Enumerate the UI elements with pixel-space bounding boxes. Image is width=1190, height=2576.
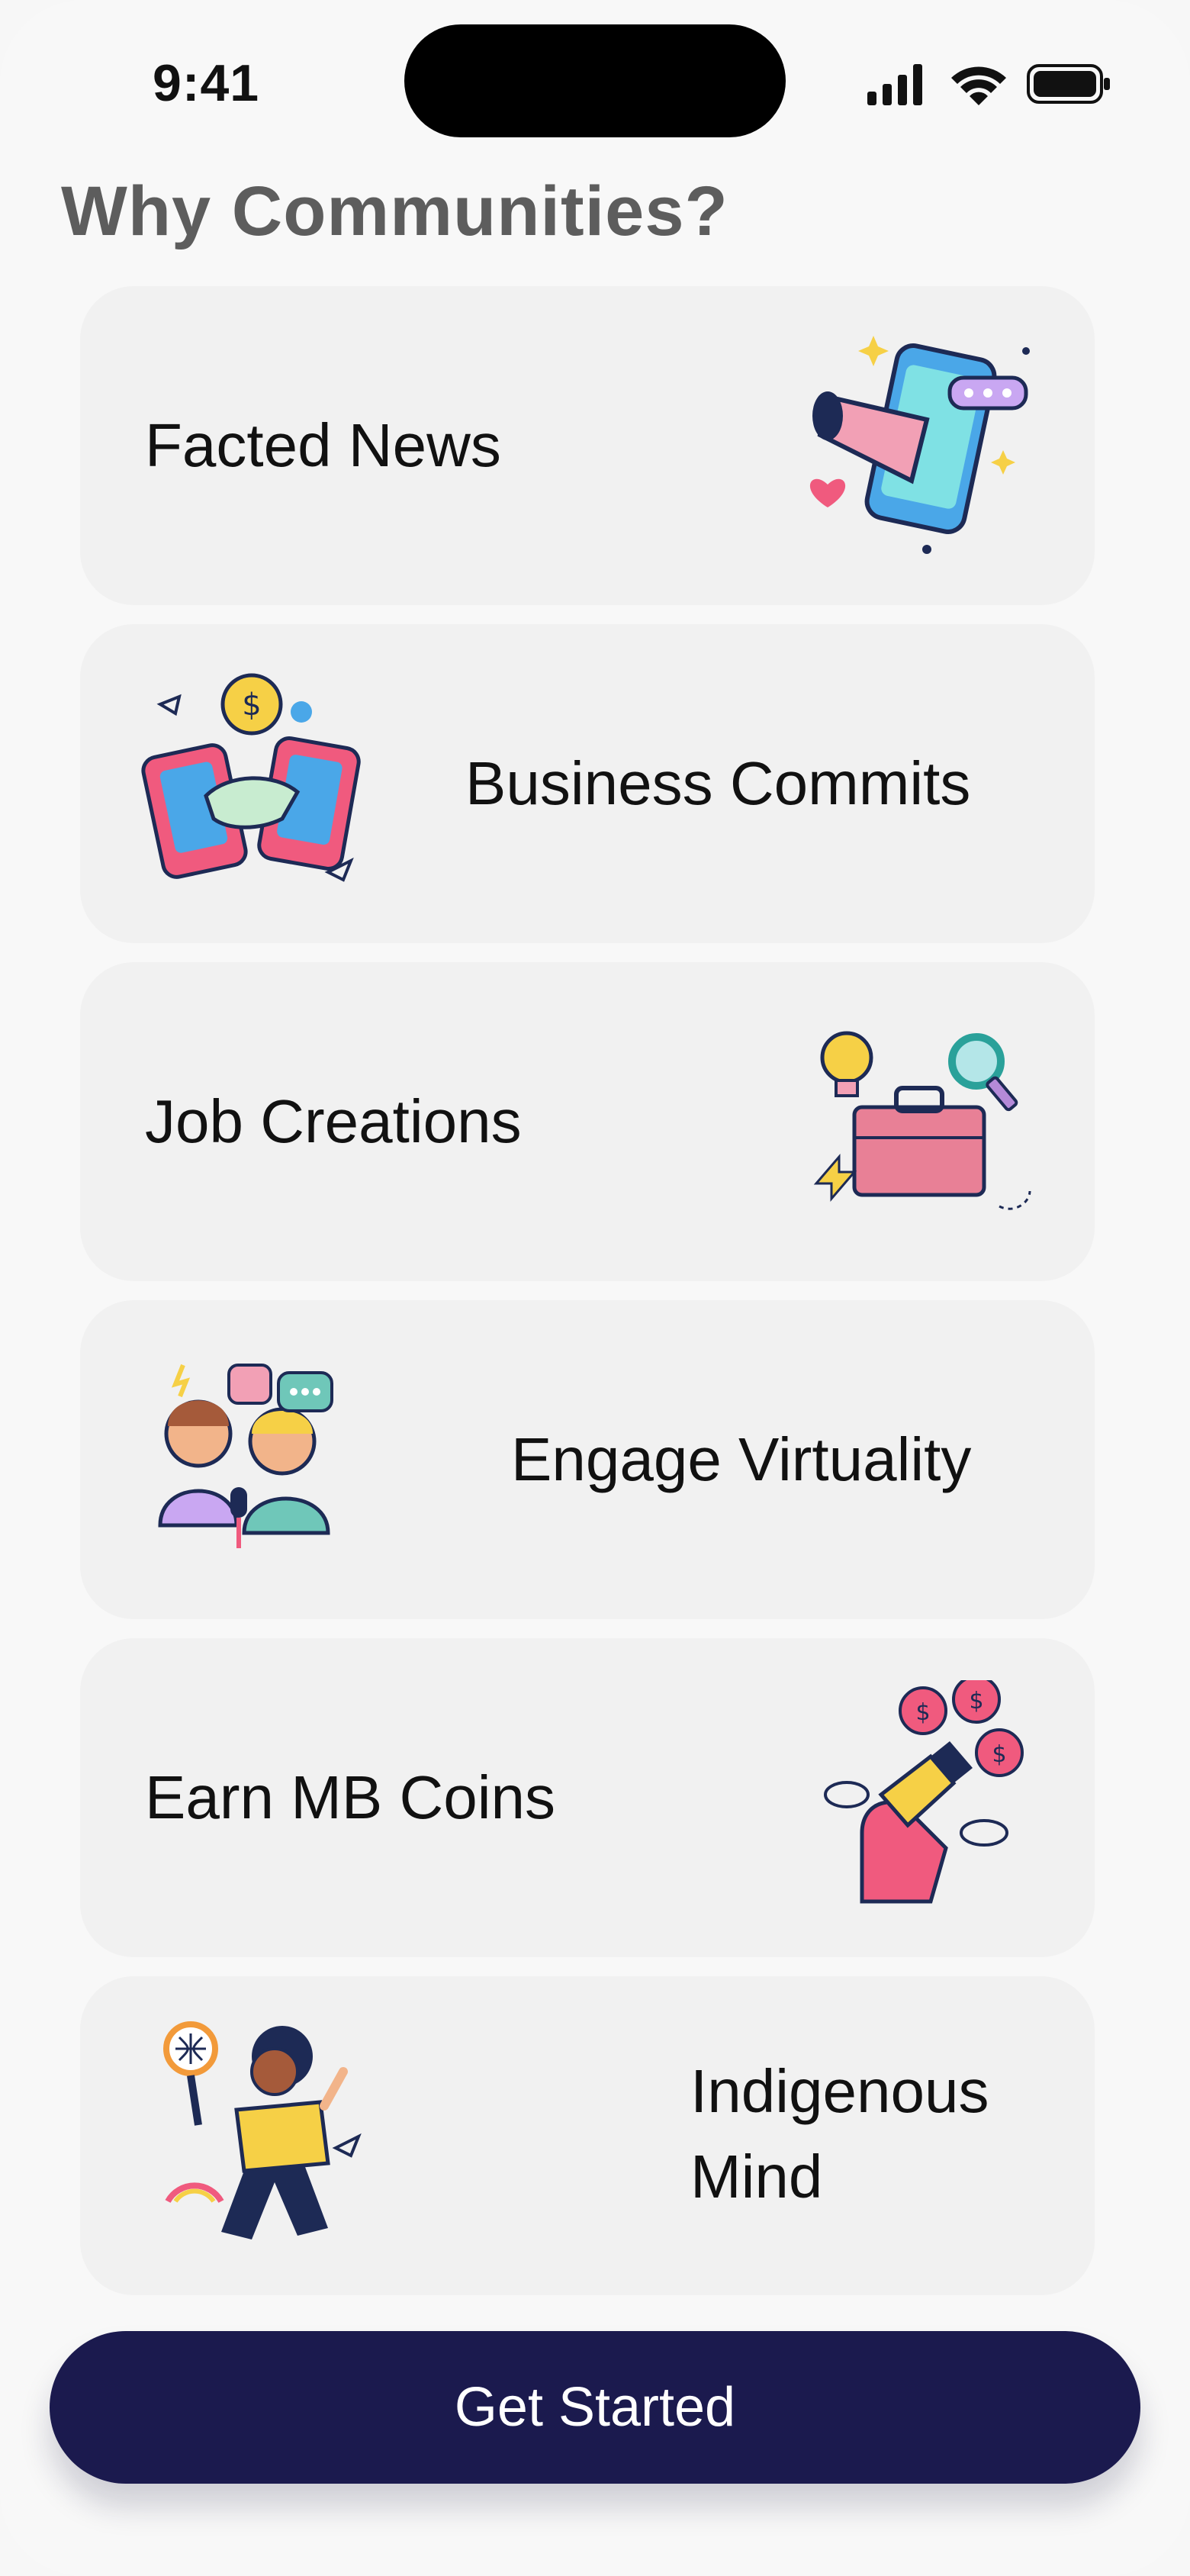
card-label: Business Commits: [465, 749, 971, 817]
cellular-signal-icon: [867, 64, 922, 105]
card-earn-mb-coins[interactable]: Earn MB Coins $ $ $: [80, 1638, 1095, 1957]
card-label-line-1: Indigenous: [690, 2057, 989, 2125]
get-started-button[interactable]: Get Started: [50, 2331, 1140, 2484]
status-time: 9:41: [153, 54, 260, 112]
phone-screen: 9:41 Why Communities? Facted News $ Busi…: [0, 0, 1190, 2576]
coin-magnet-icon: $ $ $: [824, 1680, 1024, 1904]
card-indigenous-mind[interactable]: Indigenous Mind: [80, 1976, 1095, 2295]
page-title: Why Communities?: [61, 172, 728, 250]
dynamic-island: [404, 24, 786, 137]
wifi-icon: [951, 66, 1006, 105]
svg-text:$: $: [969, 1688, 983, 1715]
svg-text:$: $: [992, 1741, 1006, 1768]
battery-icon: [1027, 64, 1110, 104]
podcast-people-icon: [158, 1364, 333, 1548]
handshake-phones-icon: $: [141, 673, 361, 882]
card-facted-news[interactable]: Facted News: [80, 286, 1095, 605]
status-icons: [866, 61, 1110, 107]
card-label: Earn MB Coins: [145, 1763, 555, 1831]
card-label: Engage Virtuality: [511, 1425, 972, 1493]
card-business-commits[interactable]: $ Business Commits: [80, 624, 1095, 943]
card-label: Job Creations: [145, 1087, 522, 1155]
card-job-creations[interactable]: Job Creations: [80, 962, 1095, 1281]
card-label: Facted News: [145, 411, 501, 479]
briefcase-lightbulb-icon: [813, 1031, 1031, 1210]
card-label-line-2: Mind: [690, 2143, 823, 2211]
megaphone-phone-icon: [809, 336, 1030, 554]
svg-text:$: $: [242, 687, 261, 723]
svg-text:$: $: [915, 1699, 930, 1726]
card-engage-virtuality[interactable]: Engage Virtuality: [80, 1300, 1095, 1619]
globe-explorer-icon: [163, 2021, 362, 2240]
